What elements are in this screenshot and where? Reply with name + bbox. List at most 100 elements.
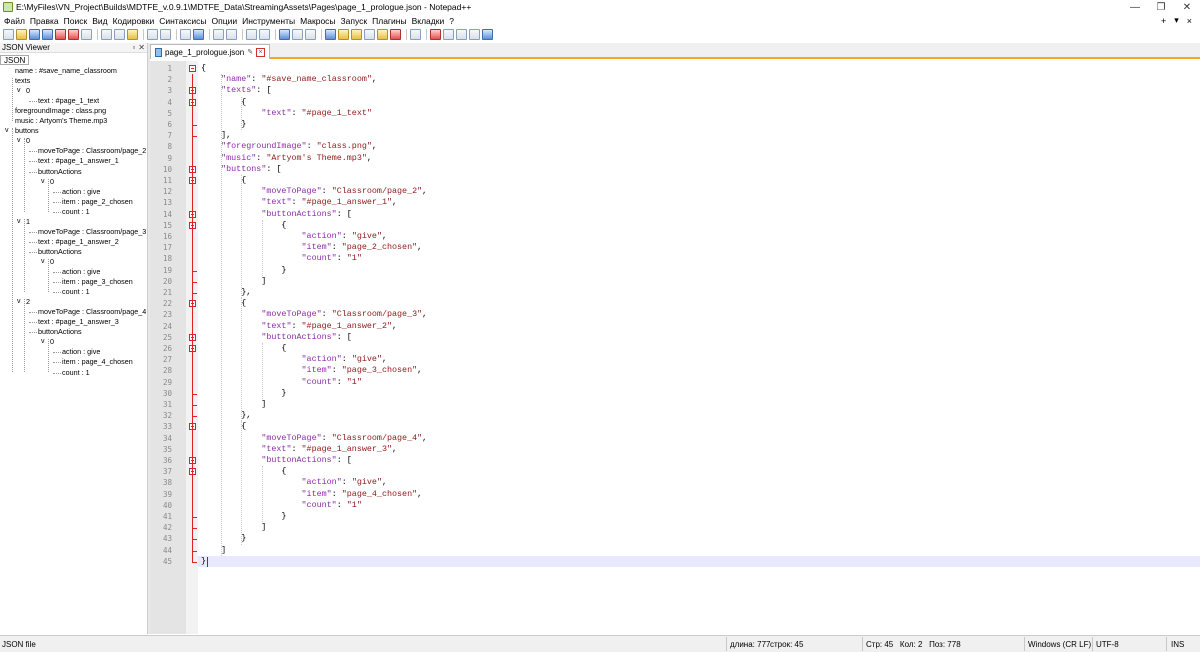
tree-node[interactable]: buttons [15,126,39,136]
tree-node[interactable]: foregroundImage : class.png [15,106,106,116]
folder-workspace-icon[interactable] [377,28,388,40]
tree-node[interactable]: count : 1 [62,368,90,378]
stop-macro-icon[interactable] [443,28,454,40]
tree-node[interactable]: action : give [62,187,100,197]
menu-item[interactable]: Макросы [300,16,340,26]
code-editor[interactable]: 1 2 3 4 5 6 7 8 9 10 11 12 13 14 15 16 17 18 19 20 21 22 23 24 2… [150,61,1200,634]
pin-icon[interactable]: ✎ [247,48,253,56]
record-macro-icon[interactable] [430,28,441,40]
tree-expander-icon[interactable]: v [17,297,21,307]
tree-node[interactable]: action : give [62,267,100,277]
tab-close-icon[interactable]: × [256,47,266,57]
status-eol[interactable]: Windows (CR LF) [1028,639,1091,650]
status-mode[interactable]: INS [1171,639,1184,650]
tree-node[interactable]: texts [15,76,30,86]
tree-expander-icon[interactable]: v [5,126,9,136]
find-icon[interactable] [180,28,191,40]
menu-item[interactable]: ? [449,16,459,26]
copy-icon[interactable] [114,28,125,40]
new-file-icon[interactable] [3,28,14,40]
tree-expander-icon[interactable]: v [41,257,45,267]
tree-node[interactable]: buttonActions [38,247,82,257]
tree-node[interactable]: buttonActions [38,327,82,337]
tree-node[interactable]: buttonActions [38,167,82,177]
indent-guide-icon[interactable] [305,28,316,40]
tree-node[interactable]: text : #page_1_answer_1 [38,156,119,166]
tree-expander-icon[interactable]: v [17,217,21,227]
close-icon[interactable]: ✕ [1174,0,1200,14]
paste-icon[interactable] [127,28,138,40]
menu-item[interactable]: Файл [4,16,30,26]
tree-node[interactable]: count : 1 [62,287,90,297]
save-icon[interactable] [29,28,40,40]
print-icon[interactable] [81,28,92,40]
menu-item[interactable]: Запуск [341,16,373,26]
restore-icon[interactable]: ❐ [1148,0,1174,14]
tree-node[interactable]: action : give [62,347,100,357]
monitor-icon[interactable] [390,28,401,40]
minimize-icon[interactable]: — [1122,0,1148,14]
document-tab[interactable]: page_1_prologue.json ✎ × [150,44,271,59]
tab-list-dropdown-icon[interactable]: ▾ [1174,15,1179,26]
close-file-icon[interactable] [55,28,66,40]
tree-node[interactable]: 0 [50,177,54,187]
show-all-chars-icon[interactable] [292,28,303,40]
fold-toggle-icon[interactable] [189,65,196,72]
panel-close-icon[interactable]: ✕ [138,43,145,52]
tree-node[interactable]: music : Artyom's Theme.mp3 [15,116,107,126]
menu-item[interactable]: Опции [212,16,243,26]
tree-expander-icon[interactable]: v [41,177,45,187]
tree-expander-icon[interactable]: v [17,86,21,96]
tree-node[interactable]: 0 [50,337,54,347]
json-tab[interactable]: JSON [0,55,30,65]
tree-node[interactable]: item : page_3_chosen [62,277,133,287]
doc-list-icon[interactable] [351,28,362,40]
tree-expander-icon[interactable]: v [41,337,45,347]
save-macro-icon[interactable] [482,28,493,40]
tree-node[interactable]: 1 [26,217,30,227]
tree-node[interactable]: text : #page_1_answer_2 [38,237,119,247]
doc-map-icon[interactable] [338,28,349,40]
save-all-icon[interactable] [42,28,53,40]
tree-node[interactable]: moveToPage : Classroom/page_4 [38,307,146,317]
tree-node[interactable]: 2 [26,297,30,307]
menu-item[interactable]: Плагины [372,16,411,26]
status-encoding[interactable]: UTF-8 [1096,639,1119,650]
cut-icon[interactable] [101,28,112,40]
replace-icon[interactable] [193,28,204,40]
tree-node[interactable]: name : #save_name_classroom [15,66,117,76]
zoom-in-icon[interactable] [213,28,224,40]
menu-item[interactable]: Синтаксисы [159,16,211,26]
udl-icon[interactable] [325,28,336,40]
menu-item[interactable]: Кодировки [113,16,160,26]
menu-item[interactable]: Инструменты [242,16,300,26]
tree-node[interactable]: 0 [26,86,30,96]
close-document-icon[interactable]: × [1187,16,1192,26]
tree-node[interactable]: 0 [26,136,30,146]
open-file-icon[interactable] [16,28,27,40]
run-macro-multiple-icon[interactable] [469,28,480,40]
play-macro-icon[interactable] [456,28,467,40]
undo-icon[interactable] [147,28,158,40]
zoom-out-icon[interactable] [226,28,237,40]
word-wrap-icon[interactable] [279,28,290,40]
new-tab-plus-icon[interactable]: + [1161,16,1166,26]
tree-node[interactable]: 0 [50,257,54,267]
tree-expander-icon[interactable]: v [17,136,21,146]
panel-menu-icon[interactable]: ▫ [132,43,135,52]
tree-node[interactable]: item : page_2_chosen [62,197,133,207]
menu-item[interactable]: Поиск [64,16,93,26]
eye-icon[interactable] [410,28,421,40]
fold-margin[interactable] [186,61,198,634]
function-list-icon[interactable] [364,28,375,40]
menu-item[interactable]: Вкладки [412,16,450,26]
tree-node[interactable]: count : 1 [62,207,90,217]
code-area[interactable]: { "name": "#save_name_classroom", "texts… [198,61,1200,634]
tree-node[interactable]: text : #page_1_text [38,96,99,106]
sync-vertical-icon[interactable] [246,28,257,40]
close-all-icon[interactable] [68,28,79,40]
tree-node[interactable]: text : #page_1_answer_3 [38,317,119,327]
sync-horizontal-icon[interactable] [259,28,270,40]
redo-icon[interactable] [160,28,171,40]
tree-node[interactable]: moveToPage : Classroom/page_2 [38,146,146,156]
